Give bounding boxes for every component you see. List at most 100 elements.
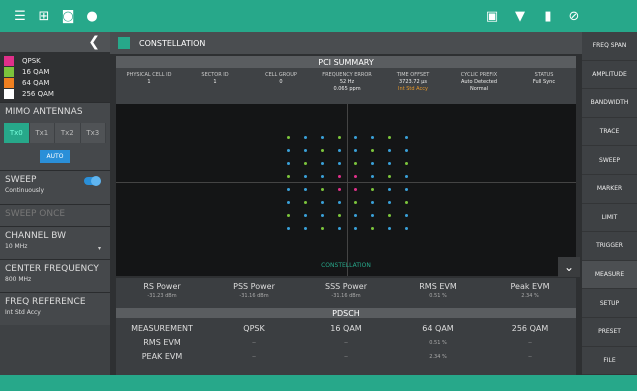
legend-item: 16 QAM [4,66,106,77]
menu-amplitude[interactable]: AMPLITUDE [582,61,637,90]
constellation-point [303,161,307,165]
constellation-point [405,187,409,191]
sweep-once-section: SWEEP ONCE [0,204,110,226]
constellation-point [337,200,341,204]
constellation-point [405,200,409,204]
menu-sweep[interactable]: SWEEP [582,146,637,175]
meas-sss-power: SSS Power -31.16 dBm [325,282,367,299]
constellation-icon [118,37,130,49]
camera-icon[interactable]: ◙ [60,8,76,24]
constellation-point [303,213,307,217]
center-frequency-section[interactable]: CENTER FREQUENCY 800 MHz [0,259,110,292]
antenna-tx2[interactable]: Tx2 [55,123,81,143]
constellation-point [371,187,375,191]
modulation-legend: QPSK 16 QAM 64 QAM 256 QAM [0,52,110,102]
antenna-selector: Tx0 Tx1 Tx2 Tx3 [4,123,106,143]
constellation-point [320,161,324,165]
antenna-tx1[interactable]: Tx1 [29,123,55,143]
back-row: ❮ [0,32,110,52]
meas-rms-evm: RMS EVM 0.51 % [419,282,457,299]
constellation-point [354,174,358,178]
menu-file[interactable]: FILE [582,347,637,376]
constellation-point [354,135,358,139]
mimo-section: MIMO ANTENNAS Tx0 Tx1 Tx2 Tx3 AUTO [0,102,110,170]
left-panel: ❮ QPSK 16 QAM 64 QAM 256 QAM MIMO ANTENN… [0,32,110,375]
menu-bandwidth[interactable]: BANDWIDTH [582,89,637,118]
pci-col: TIME OFFSET 3723.72 µs Int Std Accy [396,72,430,92]
usb-icon: ▮ [544,8,552,24]
pci-summary-title: PCI SUMMARY [116,56,576,68]
antenna-tx3[interactable]: Tx3 [80,123,106,143]
constellation-point [405,135,409,139]
page-title: CONSTELLATION [139,38,206,48]
constellation-point [388,226,392,230]
constellation-point [388,213,392,217]
legend-swatch [4,66,14,77]
constellation-point [320,200,324,204]
pdsch-title: PDSCH [116,308,576,318]
constellation-point [371,148,375,152]
constellation-point [320,226,324,230]
constellation-point [371,174,375,178]
back-arrow-icon[interactable]: ❮ [88,34,100,50]
grid-icon[interactable]: ⊞ [36,8,52,24]
constellation-point [405,213,409,217]
menu-limit[interactable]: LIMIT [582,204,637,233]
menu-marker[interactable]: MARKER [582,175,637,204]
constellation-point [371,200,375,204]
settings-icon[interactable]: ⊘ [566,8,582,24]
battery-icon: ▣ [485,8,499,24]
constellation-point [354,200,358,204]
constellation-point [320,174,324,178]
antenna-tx0[interactable]: Tx0 [4,123,30,143]
constellation-point [405,148,409,152]
constellation-point [286,135,290,139]
sweep-toggle[interactable] [84,176,101,186]
auto-button[interactable]: AUTO [40,150,70,163]
menu-preset[interactable]: PRESET [582,318,637,347]
meas-rs-power: RS Power -31.23 dBm [143,282,181,299]
constellation-point [354,187,358,191]
freq-reference-section[interactable]: FREQ REFERENCE Int Std Accy [0,292,110,325]
main-panel: CONSTELLATION PCI SUMMARY PHYSICAL CELL … [110,32,582,375]
constellation-point [354,226,358,230]
channel-bw-section[interactable]: CHANNEL BW 10 MHz ▾ [0,226,110,259]
legend-swatch [4,77,14,88]
constellation-point [354,161,358,165]
constellation-point [303,200,307,204]
gps-icon[interactable]: ● [84,8,100,24]
pci-col: CELL GROUP 0 [265,72,297,85]
constellation-point [303,174,307,178]
constellation-point [303,148,307,152]
constellation-point [405,226,409,230]
constellation-point [337,226,341,230]
constellation-point [337,161,341,165]
constellation-point [337,148,341,152]
constellation-point [286,226,290,230]
constellation-point [388,148,392,152]
pci-col: CYCLIC PREFIX Auto Detected Normal [460,72,498,92]
constellation-point [303,226,307,230]
constellation-point [337,135,341,139]
menu-setup[interactable]: SETUP [582,289,637,318]
legend-swatch [4,88,14,99]
plot-v-axis [347,104,348,276]
wifi-icon: ▼ [515,8,525,24]
menu-freq-span[interactable]: FREQ SPAN [582,32,637,61]
top-bar: ☰ ⊞ ◙ ● ▣ ▼ ▮ ⊘ [0,0,637,32]
sweep-section: SWEEP Continuously [0,170,110,204]
sweep-once-button[interactable]: SWEEP ONCE [0,205,110,221]
constellation-point [371,161,375,165]
menu-trigger[interactable]: TRIGGER [582,232,637,261]
constellation-point [286,161,290,165]
menu-icon[interactable]: ☰ [12,8,28,24]
chevron-down-icon[interactable]: ⌄ [558,257,580,277]
menu-measure[interactable]: MEASURE [582,260,637,290]
constellation-point [337,187,341,191]
constellation-point [286,200,290,204]
pci-col: PHYSICAL CELL ID 1 [126,72,172,85]
constellation-point [286,213,290,217]
pci-col: STATUS Full Sync [532,72,556,85]
constellation-point [388,187,392,191]
menu-trace[interactable]: TRACE [582,118,637,147]
